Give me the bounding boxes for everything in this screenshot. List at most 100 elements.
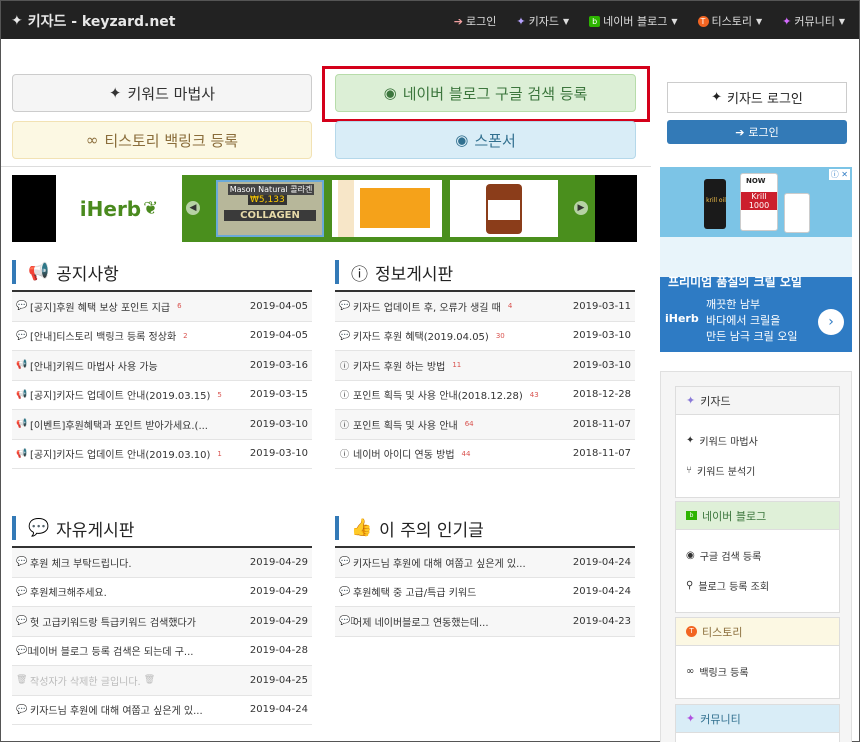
section-title: 💬 자유게시판	[12, 516, 312, 541]
thumbs-up-icon: 👍	[351, 518, 373, 538]
list-item[interactable]: 💬 키자드 후원 혜택(2019.04.05) 30 2019-03-10	[335, 322, 635, 351]
top-navbar: ✦ 키자드 - keyzard.net ➔ 로그인 ✦ 키자드 ▼ b 네이버 블…	[1, 1, 859, 39]
wand-icon: ✦	[108, 84, 122, 102]
product-bottle[interactable]	[450, 180, 558, 237]
sponsor-button[interactable]: ◉ 스폰서	[335, 121, 636, 159]
list-item[interactable]: ⓘ 포인트 획득 및 사용 안내 64 2018-11-07	[335, 410, 635, 440]
section-title: 👍 이 주의 인기글	[335, 516, 635, 541]
list-item[interactable]: 💬 키자드님 후원에 대해 여쭙고 싶은게 있... 2019-04-24	[335, 548, 635, 578]
info-icon: ⓘ	[339, 361, 349, 372]
menu-keyword-wizard[interactable]: ✦ 키워드 마법사	[676, 425, 839, 455]
menu-keyword-analyzer[interactable]: ⑂ 키워드 분석기	[676, 455, 839, 485]
list-item[interactable]: 💬 [공지]후원 혜택 보상 포인트 지급 6 2019-04-05	[12, 292, 312, 322]
naver-blog-icon: b	[589, 15, 601, 27]
nav-keyzard[interactable]: ✦ 키자드 ▼	[516, 13, 569, 29]
nav-community[interactable]: ✦ 커뮤니티 ▼	[782, 13, 845, 29]
iherb-logo: iHerb	[665, 312, 699, 325]
comments-icon: 💬	[339, 586, 351, 597]
chevron-right-icon[interactable]: ›	[818, 309, 844, 335]
list-item[interactable]: 📢 [안내]키워드 마법사 사용 가능 2019-03-16	[12, 351, 312, 381]
menu-backlink-register[interactable]: ∞ 백링크 등록	[676, 656, 839, 686]
database-icon: ◉	[686, 549, 695, 561]
brand-title: 키자드 - keyzard.net	[27, 14, 176, 30]
nav-menu: ➔ 로그인 ✦ 키자드 ▼ b 네이버 블로그 ▼ T 티스토리 ▼ ✦ 커뮤니티 ▼	[454, 13, 845, 29]
bottle-image	[704, 179, 726, 229]
chevron-left-icon[interactable]: ◀	[186, 201, 200, 215]
list-item[interactable]: 💬 키자드님 후원에 대해 여쭙고 싶은게 있... 2019-04-24	[12, 696, 312, 725]
comments-icon: 💬	[28, 518, 50, 538]
sign-in-icon: ➔	[735, 125, 745, 139]
caret-down-icon: ▼	[671, 16, 678, 26]
link-icon: ∞	[686, 665, 695, 677]
community-icon: ✦	[782, 14, 792, 28]
info-list: 💬 키자드 업데이트 후, 오류가 생길 때 4 2019-03-11 💬 키자드 후원…	[335, 292, 635, 469]
tistory-icon: T	[697, 15, 709, 27]
comment-icon: 💬	[16, 557, 28, 568]
keyzard-login-title: ✦ 키자드 로그인	[667, 82, 847, 113]
free-list: 💬 후원 체크 부탁드립니다. 2019-04-29 💬 후원체크해주세요. 2019-…	[12, 548, 312, 725]
list-item[interactable]: 💬 후원체크해주세요. 2019-04-29	[12, 578, 312, 607]
community-icon: ✦	[686, 712, 696, 725]
branch-icon: ⑂	[686, 464, 692, 476]
product-carousel[interactable]: ◀ Mason Natural 콜라겐 ₩5,133 COLLAGEN ▶	[182, 175, 595, 242]
tistory-icon: T	[686, 626, 697, 637]
nav-naver-blog[interactable]: b 네이버 블로그 ▼	[589, 13, 678, 29]
list-item[interactable]: 💬 헛 고급키워드랑 특급키워드 검색했다가 2019-04-29	[12, 607, 312, 637]
tistory-backlink-button[interactable]: ∞ 티스토리 백링크 등록	[12, 121, 312, 159]
list-item[interactable]: 📢 [이벤트]후원혜택과 포인트 받아가세요.(... 2019-03-10	[12, 410, 312, 440]
link-icon: ∞	[85, 131, 99, 149]
chevron-right-icon[interactable]: ▶	[574, 201, 588, 215]
naver-blog-icon: b	[686, 511, 697, 520]
caret-down-icon: ▼	[755, 16, 763, 26]
list-item[interactable]: 📢 [공지]키자드 업데이트 안내(2019.03.10) 1 2019-03-10	[12, 440, 312, 469]
free-board-section: 💬 자유게시판 💬 후원 체크 부탁드립니다. 2019-04-29 💬 후원체크해주…	[12, 516, 312, 725]
product-collagen[interactable]: Mason Natural 콜라겐 ₩5,133 COLLAGEN	[216, 180, 324, 237]
panel-tistory: T 티스토리 ∞ 백링크 등록	[675, 617, 840, 699]
ad-copy: 깨끗한 남부 바다에서 크릴을 만든 남극 크릴 오일	[706, 298, 798, 343]
notice-section: 📢 공지사항 💬 [공지]후원 혜택 보상 포인트 지급 6 2019-04-05 💬…	[12, 260, 312, 469]
info-icon: ⓘ	[339, 450, 349, 461]
krill-oil-ad[interactable]: Krill 1000 krill oil NOW ⓘ ✕ 프리미엄 품질의 크릴…	[660, 167, 852, 352]
nav-login[interactable]: ➔ 로그인	[454, 13, 497, 29]
list-item[interactable]: 💬▯ 어제 네이버블로그 연동했는데... 2019-04-23	[335, 607, 635, 637]
sign-in-icon: ➔	[453, 14, 463, 28]
ad-banner[interactable]: iHerb ❦ ◀ Mason Natural 콜라겐 ₩5,133 COLLAG…	[12, 175, 637, 242]
caret-down-icon: ▼	[838, 16, 845, 26]
list-item[interactable]: ⓘ 포인트 획득 및 사용 안내(2018.12.28) 43 2018-12-28	[335, 381, 635, 410]
panel-heading: ✦ 키자드	[676, 387, 839, 415]
wand-icon: ✦	[11, 13, 23, 29]
list-item[interactable]: 💬▯ 네이버 블로그 등록 검색은 되는데 구... 2019-04-28	[12, 637, 312, 666]
megaphone-icon: 📢	[16, 360, 28, 371]
ad-choices-icon[interactable]: ⓘ ✕	[828, 169, 850, 180]
info-icon: ⓘ	[339, 391, 349, 402]
popular-section: 👍 이 주의 인기글 💬 키자드님 후원에 대해 여쭙고 싶은게 있... 2019…	[335, 516, 635, 637]
list-item[interactable]: 💬 후원 체크 부탁드립니다. 2019-04-29	[12, 548, 312, 578]
list-item[interactable]: 💬 [안내]티스토리 백링크 등록 정상화 2 2019-04-05	[12, 322, 312, 351]
trash-icon: 🗑	[16, 675, 28, 686]
list-item[interactable]: 💬 키자드 업데이트 후, 오류가 생길 때 4 2019-03-11	[335, 292, 635, 322]
megaphone-icon: 📢	[16, 389, 28, 400]
bottle-image	[784, 193, 810, 233]
keyword-wizard-button[interactable]: ✦ 키워드 마법사	[12, 74, 312, 112]
comments-icon: 💬	[339, 557, 351, 568]
wand-icon: ✦	[686, 394, 696, 407]
panel-community: ✦ 커뮤니티	[675, 704, 840, 742]
comment-icon: 💬	[339, 330, 351, 341]
coins-icon: ◉	[455, 131, 469, 149]
caret-down-icon: ▼	[562, 16, 570, 26]
login-button[interactable]: ➔ 로그인	[667, 120, 847, 144]
nav-tistory[interactable]: T 티스토리 ▼	[697, 13, 763, 29]
brand-logo[interactable]: ✦ 키자드 - keyzard.net	[11, 11, 175, 31]
list-item[interactable]: ⓘ 키자드 후원 하는 방법 11 2019-03-10	[335, 351, 635, 381]
list-item[interactable]: 💬 후원혜택 중 고급/특급 키워드 2019-04-24	[335, 578, 635, 607]
section-title: 📢 공지사항	[12, 260, 312, 285]
list-item[interactable]: ⓘ 네이버 아이디 연동 방법 44 2018-11-07	[335, 440, 635, 469]
product-vitamin-c[interactable]	[332, 180, 442, 237]
highlight-box	[322, 66, 650, 122]
menu-blog-lookup[interactable]: ⚲ 블로그 등록 조회	[676, 570, 839, 600]
notice-list: 💬 [공지]후원 혜택 보상 포인트 지급 6 2019-04-05 💬 [안내]티스토…	[12, 292, 312, 469]
comments-mobile-icon: 💬▯	[16, 645, 33, 656]
list-item[interactable]: 📢 [공지]키자드 업데이트 안내(2019.03.15) 5 2019-03-15	[12, 381, 312, 410]
menu-google-register[interactable]: ◉ 구글 검색 등록	[676, 540, 839, 570]
megaphone-icon: 📢	[16, 448, 28, 459]
